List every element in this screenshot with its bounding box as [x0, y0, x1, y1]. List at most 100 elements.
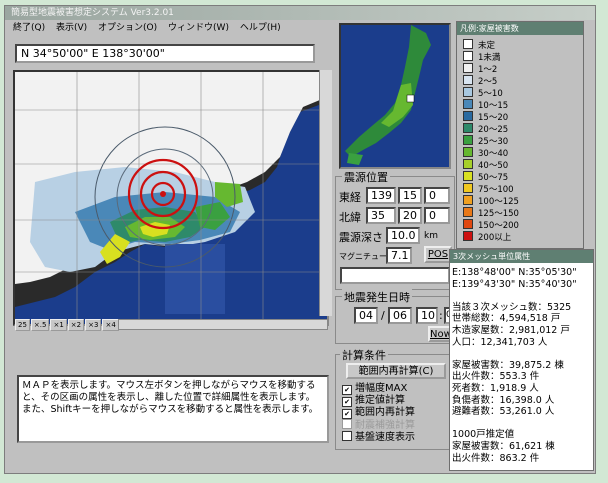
zoom-button-25[interactable]: 25	[15, 319, 30, 331]
legend-item: 25～30	[463, 135, 509, 147]
time-separator: :	[439, 309, 443, 322]
zoom-bar: 25 ×.5 ×1 ×2 ×3 ×4	[15, 319, 119, 331]
latitude-sec-field[interactable]: 0	[424, 207, 450, 224]
zoom-button-x4[interactable]: ×4	[102, 319, 119, 331]
legend-swatch	[463, 183, 473, 193]
day-field[interactable]: 06	[388, 307, 412, 324]
depth-unit: km	[424, 231, 438, 241]
legend-item: 1～2	[463, 63, 497, 75]
attribute-line: 1000戸推定値	[452, 429, 515, 441]
menu-options[interactable]: オプション(O)	[98, 21, 157, 35]
attribute-line: 家屋被害数：39,875.2 棟	[452, 359, 564, 371]
legend-label: 40～50	[478, 161, 509, 171]
legend-item: 5～10	[463, 87, 503, 99]
legend-swatch	[463, 135, 473, 145]
attribute-line: 木造家屋数：2,981,012 戸	[452, 325, 570, 336]
magnitude-field[interactable]: 7.1	[386, 247, 412, 264]
option-base-velocity[interactable]: 基盤速度表示	[342, 431, 415, 444]
date-separator: /	[381, 309, 385, 322]
window-title: 簡易型地震被害想定システム Ver3.2.01	[5, 6, 595, 20]
legend-title: 凡例:家屋被害数	[457, 22, 583, 35]
datetime-group: 地震発生日時 04 / 06 10 : Now 05	[335, 289, 455, 344]
longitude-label: 東経	[339, 191, 361, 204]
coordinate-display: N 34°50'00" E 138°30'00"	[15, 44, 315, 63]
attribute-line: 家屋被害数：61,621 棟	[452, 441, 555, 452]
attribute-title: 3次メッシュ単位属性	[450, 250, 593, 263]
legend-swatch	[463, 75, 473, 85]
map-vertical-scrollbar[interactable]	[319, 70, 332, 316]
attribute-line: 出火件数：863.2 件	[452, 452, 540, 464]
map-horizontal-scrollbar[interactable]	[118, 319, 328, 330]
attribute-line: E:139°43'30" N:35°40'30"	[452, 278, 577, 290]
menu-window[interactable]: ウィンドウ(W)	[168, 21, 229, 35]
latitude-min-field[interactable]: 20	[398, 207, 422, 224]
legend-swatch	[463, 39, 473, 49]
recalc-button[interactable]: 範囲内再計算(C)	[346, 363, 446, 379]
map-canvas[interactable]	[15, 72, 327, 324]
menu-view[interactable]: 表示(V)	[56, 21, 87, 35]
legend-swatch	[463, 219, 473, 229]
attribute-line: 死者数：1,918.9 人	[452, 383, 539, 394]
attribute-line: 負傷者数：16,398.0 人	[452, 394, 555, 406]
legend-item: 15～20	[463, 111, 509, 123]
month-field[interactable]: 04	[354, 307, 378, 324]
latitude-deg-field[interactable]: 35	[366, 207, 396, 224]
option-amplification-max[interactable]: ✔ 増幅度MAX	[342, 383, 407, 395]
legend-swatch	[463, 87, 473, 97]
attribute-line: 当該３次メッシュ数：5325	[452, 301, 572, 313]
legend-item: 30～40	[463, 147, 508, 159]
zoom-button-x3[interactable]: ×3	[85, 319, 102, 331]
legend-label: 200以上	[478, 233, 512, 243]
legend-item: 100～125	[463, 195, 519, 207]
main-window: 簡易型地震被害想定システム Ver3.2.01 終了(Q) 表示(V) オプショ…	[4, 5, 596, 474]
zoom-button-half[interactable]: ×.5	[30, 319, 50, 331]
legend-swatch	[463, 147, 473, 157]
legend-item: 40～50	[463, 159, 509, 171]
legend-label: 25～30	[478, 137, 509, 147]
attribute-line: 避難者数：53,261.0 人	[452, 406, 555, 418]
datetime-group-label: 地震発生日時	[342, 289, 412, 305]
legend-label: 10～15	[478, 101, 509, 111]
attribute-panel: 3次メッシュ単位属性 E:138°48'00" N:35°05'30" E:139…	[449, 249, 594, 471]
zoom-button-x1[interactable]: ×1	[50, 319, 67, 331]
legend-item: 75～100	[463, 183, 514, 195]
legend-swatch	[463, 99, 473, 109]
checkbox-icon[interactable]: ✔	[342, 409, 352, 419]
hour-field[interactable]: 10	[416, 307, 438, 324]
legend-swatch	[463, 51, 473, 61]
legend-swatch	[463, 159, 473, 169]
legend-label: 15～20	[478, 113, 509, 123]
legend-swatch	[463, 63, 473, 73]
legend-label: 125～150	[478, 209, 519, 219]
legend-item: 20～25	[463, 123, 508, 135]
legend-label: 1未満	[478, 53, 501, 63]
longitude-min-field[interactable]: 15	[398, 187, 422, 204]
legend-label: 100～125	[478, 197, 519, 207]
legend-item: 2～5	[463, 75, 497, 87]
main-map[interactable]	[13, 70, 329, 326]
pos-button[interactable]: POS	[424, 246, 452, 263]
longitude-deg-field[interactable]: 139	[366, 187, 396, 204]
menubar: 終了(Q) 表示(V) オプション(O) ウィンドウ(W) ヘルプ(H)	[5, 21, 335, 35]
epicenter-group-label: 震源位置	[342, 169, 390, 185]
checkbox-icon[interactable]: ✔	[342, 397, 352, 407]
legend-item: 125～150	[463, 207, 519, 219]
legend-label: 150～200	[478, 221, 519, 231]
menu-help[interactable]: ヘルプ(H)	[240, 21, 281, 35]
checkbox-icon[interactable]: ✔	[342, 385, 352, 395]
zoom-button-x2[interactable]: ×2	[67, 319, 85, 331]
option-range-recalc[interactable]: ✔ 範囲内再計算	[342, 407, 415, 419]
position-info-field[interactable]	[340, 267, 450, 284]
option-estimate-calc[interactable]: ✔ 推定値計算	[342, 395, 405, 407]
legend-swatch	[463, 231, 473, 241]
epicenter-group: 震源位置 東経 139 15 0 北緯 35 20 0 震源深さ 10.0 km…	[335, 169, 455, 290]
legend-label: 5～10	[478, 89, 503, 99]
menu-exit[interactable]: 終了(Q)	[13, 21, 45, 35]
overview-map-canvas[interactable]	[341, 25, 449, 167]
longitude-sec-field[interactable]: 0	[424, 187, 450, 204]
overview-map[interactable]	[339, 23, 451, 169]
legend-item: 10～15	[463, 99, 509, 111]
depth-field[interactable]: 10.0	[386, 227, 420, 244]
checkbox-icon[interactable]	[342, 431, 352, 441]
legend-item: 50～75	[463, 171, 508, 183]
